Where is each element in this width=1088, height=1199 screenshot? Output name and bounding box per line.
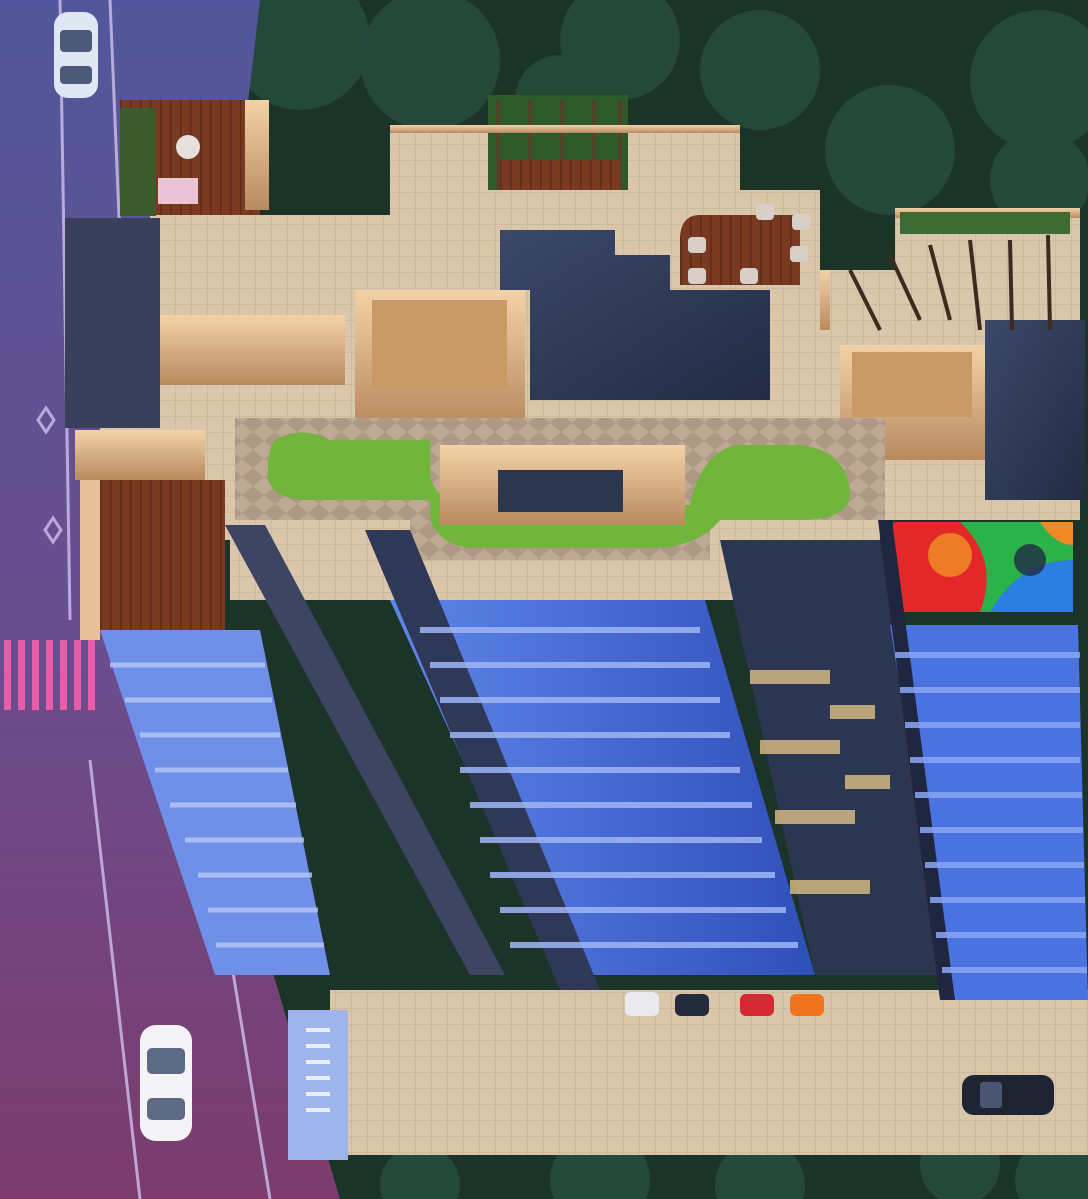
car-bottom-left (140, 1025, 192, 1141)
shaft-right (985, 320, 1085, 500)
pergola-deck (500, 160, 620, 190)
parking-forecourt (330, 990, 1088, 1155)
entrance-kiosk (288, 1010, 348, 1160)
left-wing-shadow (65, 218, 160, 428)
lounge-seat (176, 135, 200, 159)
planter-upper-left (120, 108, 156, 216)
lounge-table (158, 178, 198, 204)
top-right-planter (900, 212, 1070, 234)
parked-car-dark (962, 1075, 1054, 1115)
stair-well-right (852, 352, 972, 417)
car-top-left (54, 12, 98, 98)
deck-lower-left-border (80, 480, 100, 640)
lounge-deck-lower-left (95, 480, 225, 630)
lawn-planter-void (498, 470, 623, 512)
rooftop-playground (893, 522, 1073, 612)
stair-well-left (372, 300, 507, 390)
aerial-building-render (0, 0, 1088, 1199)
